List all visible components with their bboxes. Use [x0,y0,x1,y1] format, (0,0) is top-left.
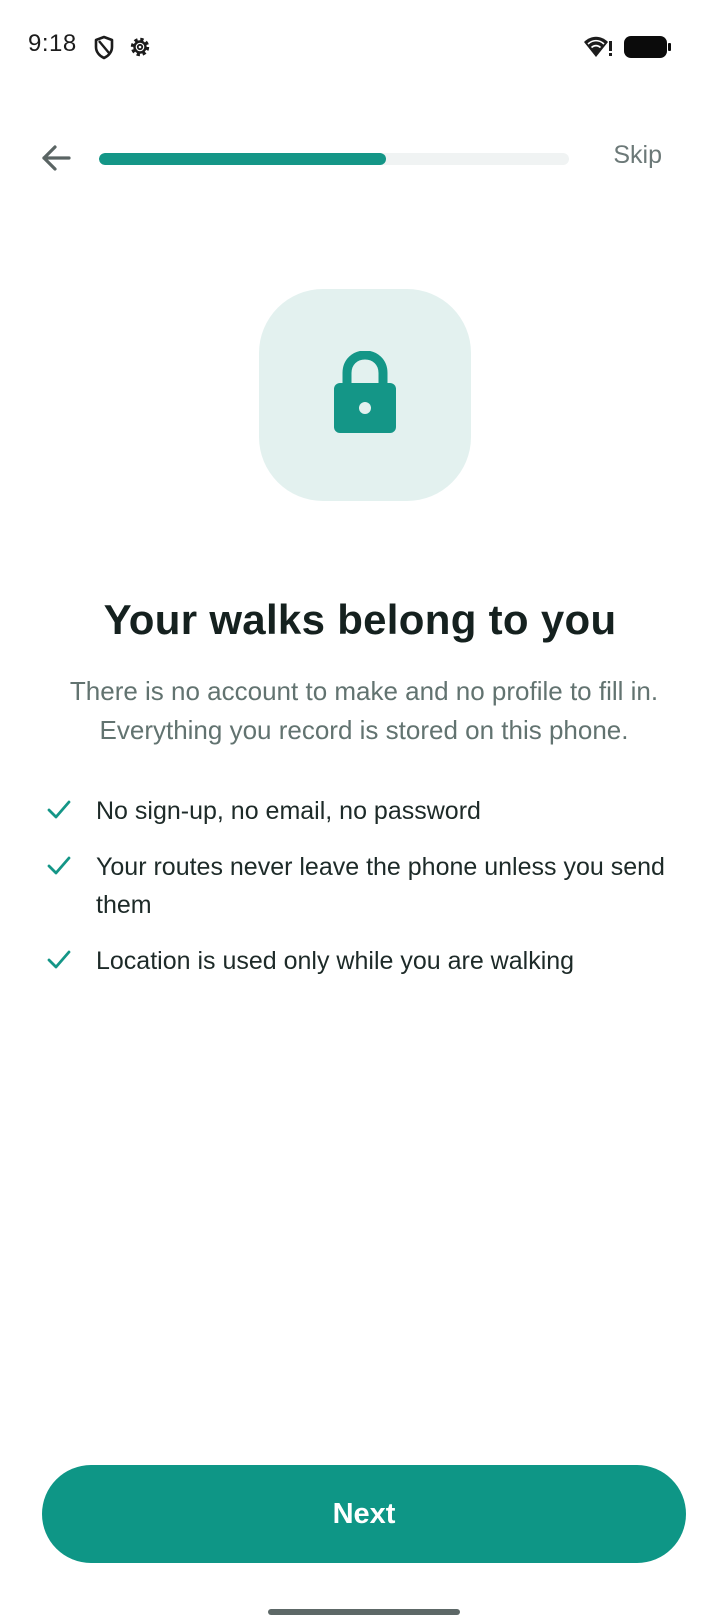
wifi-alert-icon [583,35,613,64]
home-indicator[interactable] [268,1609,460,1615]
check-icon [46,948,74,975]
onboarding-progress-bar [99,153,569,165]
status-bar: 9:18 [0,0,720,96]
shield-icon [93,35,115,66]
page-description: There is no account to make and no profi… [69,676,659,745]
check-icon [46,854,74,881]
arrow-left-icon [40,144,72,177]
feature-list: No sign-up, no email, no password Your r… [46,792,686,998]
check-icon [46,798,74,825]
hero-icon-tile [259,289,471,501]
next-button[interactable]: Next [42,1465,686,1563]
list-item: No sign-up, no email, no password [46,792,686,830]
feature-text: Your routes never leave the phone unless… [96,853,665,919]
progress-fill [99,153,386,165]
lock-icon [333,349,397,440]
list-item: Location is used only while you are walk… [46,942,686,980]
gear-icon [127,34,153,65]
battery-icon [624,35,672,64]
back-button[interactable] [26,134,86,186]
feature-text: Location is used only while you are walk… [96,947,575,975]
skip-button[interactable]: Skip [613,141,662,170]
status-time: 9:18 [28,30,77,57]
page-title: Your walks belong to you [103,596,617,643]
list-item: Your routes never leave the phone unless… [46,848,686,924]
feature-text: No sign-up, no email, no password [96,797,481,825]
